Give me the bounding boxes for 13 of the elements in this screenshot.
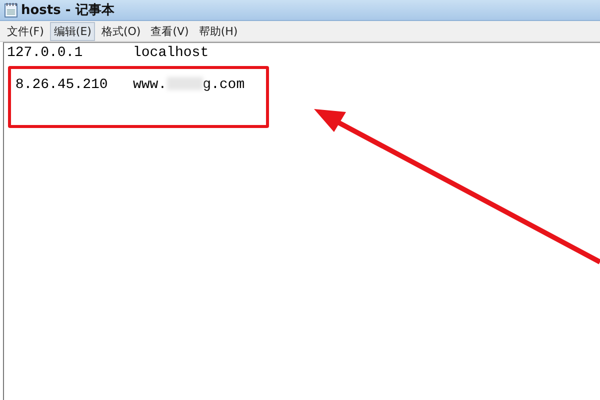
- ip-address: 127.0.0.1: [7, 45, 83, 61]
- menu-item[interactable]: 格式(O): [97, 22, 145, 40]
- menu-item[interactable]: 查看(V): [146, 22, 193, 40]
- ip-address: 8.26.45.210: [15, 77, 108, 93]
- host-name: g.com: [202, 77, 245, 93]
- menu-item[interactable]: 帮助(H): [194, 22, 242, 40]
- notepad-icon: [4, 2, 18, 18]
- host-name: www.: [132, 77, 167, 93]
- redacted-blur: [166, 77, 203, 90]
- menu-item[interactable]: 编辑(E): [50, 22, 96, 40]
- menu-item[interactable]: 文件(F): [3, 22, 48, 40]
- host-name: localhost: [133, 45, 209, 61]
- window-title: hosts - 记事本: [21, 2, 114, 19]
